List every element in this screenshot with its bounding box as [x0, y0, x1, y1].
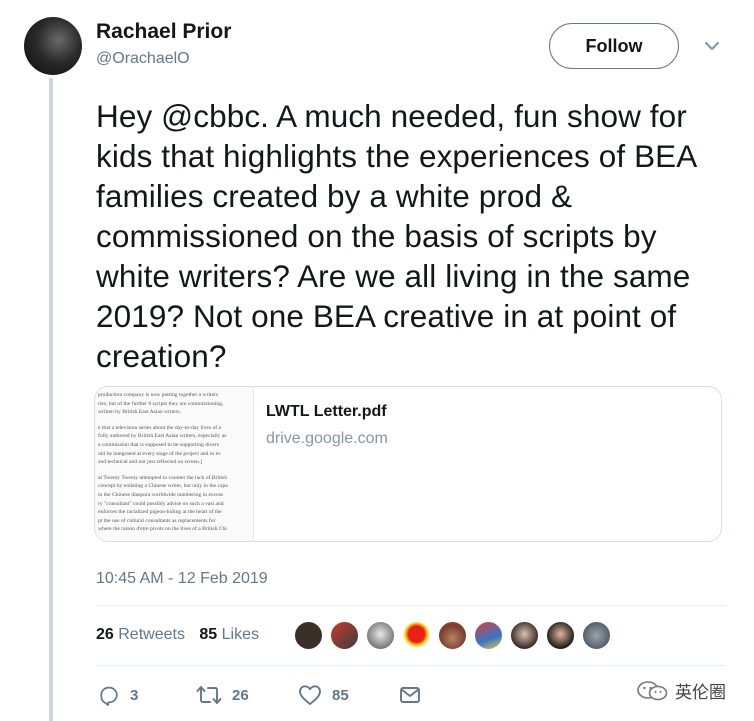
thumbnail-text-line: pt the use of cultural consultants as re…: [98, 517, 216, 524]
wechat-icon: [637, 680, 668, 700]
liker-avatar[interactable]: [365, 620, 396, 651]
envelope-icon: [400, 687, 420, 703]
divider: [96, 605, 726, 606]
reply-button[interactable]: 3: [98, 683, 138, 707]
thread-line: [49, 78, 53, 721]
liker-avatar[interactable]: [545, 620, 576, 651]
tweet-stats: 26 Retweets 85 Likes: [96, 626, 259, 644]
liker-avatar[interactable]: [509, 620, 540, 651]
thumbnail-text-line: e that a television series about the day…: [98, 424, 222, 431]
thumbnail-text-line: a commission that is supposed to be supp…: [98, 442, 219, 448]
likes-stat[interactable]: 85 Likes: [199, 626, 259, 643]
liker-avatar[interactable]: [581, 620, 612, 651]
thumbnail-text-line: enforces the racialized pigeon-holing at…: [98, 509, 222, 516]
like-button[interactable]: 85: [298, 683, 349, 707]
retweet-button[interactable]: 26: [196, 683, 249, 707]
thumbnail-text-line: ry "consultant" could possibly advise on…: [98, 500, 224, 507]
liker-avatar[interactable]: [329, 620, 360, 651]
thumbnail-text-line: written by British East Asian writers.: [98, 409, 181, 416]
thumbnail-text-line: in the Chinese diaspora worldwide number…: [98, 492, 224, 498]
author-handle[interactable]: @OrachaelO: [96, 50, 190, 68]
thumbnail-text-line: production company is now putting togeth…: [98, 392, 219, 398]
thumbnail-text-line: where the raison d'etre pivots on the li…: [98, 526, 227, 533]
thumbnail-text-line: concept by enlisting a Chinese writer, b…: [98, 483, 228, 490]
thumbnail-text-line: at Twenty Twenty attempted to counter th…: [98, 474, 228, 481]
thumbnail-text-line: and technical and not just reflected on …: [98, 459, 203, 466]
likes-count: 85: [199, 626, 218, 643]
thumbnail-text-line: uld be integrated at every stage of the …: [98, 450, 221, 457]
liker-avatar[interactable]: [437, 620, 468, 651]
avatar[interactable]: [24, 17, 82, 75]
tweet-timestamp[interactable]: 10:45 AM - 12 Feb 2019: [96, 570, 268, 588]
retweets-count: 26: [96, 626, 114, 643]
likes-label: Likes: [221, 626, 260, 643]
link-card[interactable]: production company is now putting togeth…: [94, 386, 722, 542]
chevron-down-icon[interactable]: [704, 40, 720, 52]
card-thumbnail: production company is now putting togeth…: [95, 387, 254, 542]
author-name[interactable]: Rachael Prior: [96, 20, 231, 44]
like-count: 85: [332, 686, 349, 704]
watermark-text: 英伦圈: [675, 683, 726, 702]
reply-icon: [100, 686, 118, 706]
liker-avatar[interactable]: [401, 620, 432, 651]
thumbnail-text-line: e that Cheryl Taylor received a number o…: [98, 541, 250, 542]
reply-count: 3: [130, 686, 139, 704]
liker-avatar[interactable]: [293, 620, 324, 651]
watermark: 英伦圈: [636, 678, 726, 703]
retweets-label: Retweets: [118, 626, 185, 643]
liker-avatar[interactable]: [473, 620, 504, 651]
divider: [96, 665, 726, 666]
dm-button[interactable]: [399, 683, 431, 707]
follow-button[interactable]: Follow: [549, 23, 679, 69]
retweet-icon: [196, 686, 222, 704]
card-domain: drive.google.com: [266, 430, 388, 447]
card-title[interactable]: LWTL Letter.pdf: [266, 403, 387, 421]
thumbnail-text-line: ries, but of the further 8 scripts they …: [98, 400, 224, 407]
retweet-count: 26: [232, 686, 249, 704]
heart-icon: [299, 685, 321, 705]
thumbnail-text-line: fully authored by British East Asian wri…: [98, 433, 227, 440]
retweets-stat[interactable]: 26 Retweets: [96, 626, 185, 643]
tweet-text: Hey @cbbc. A much needed, fun show for k…: [96, 98, 696, 374]
